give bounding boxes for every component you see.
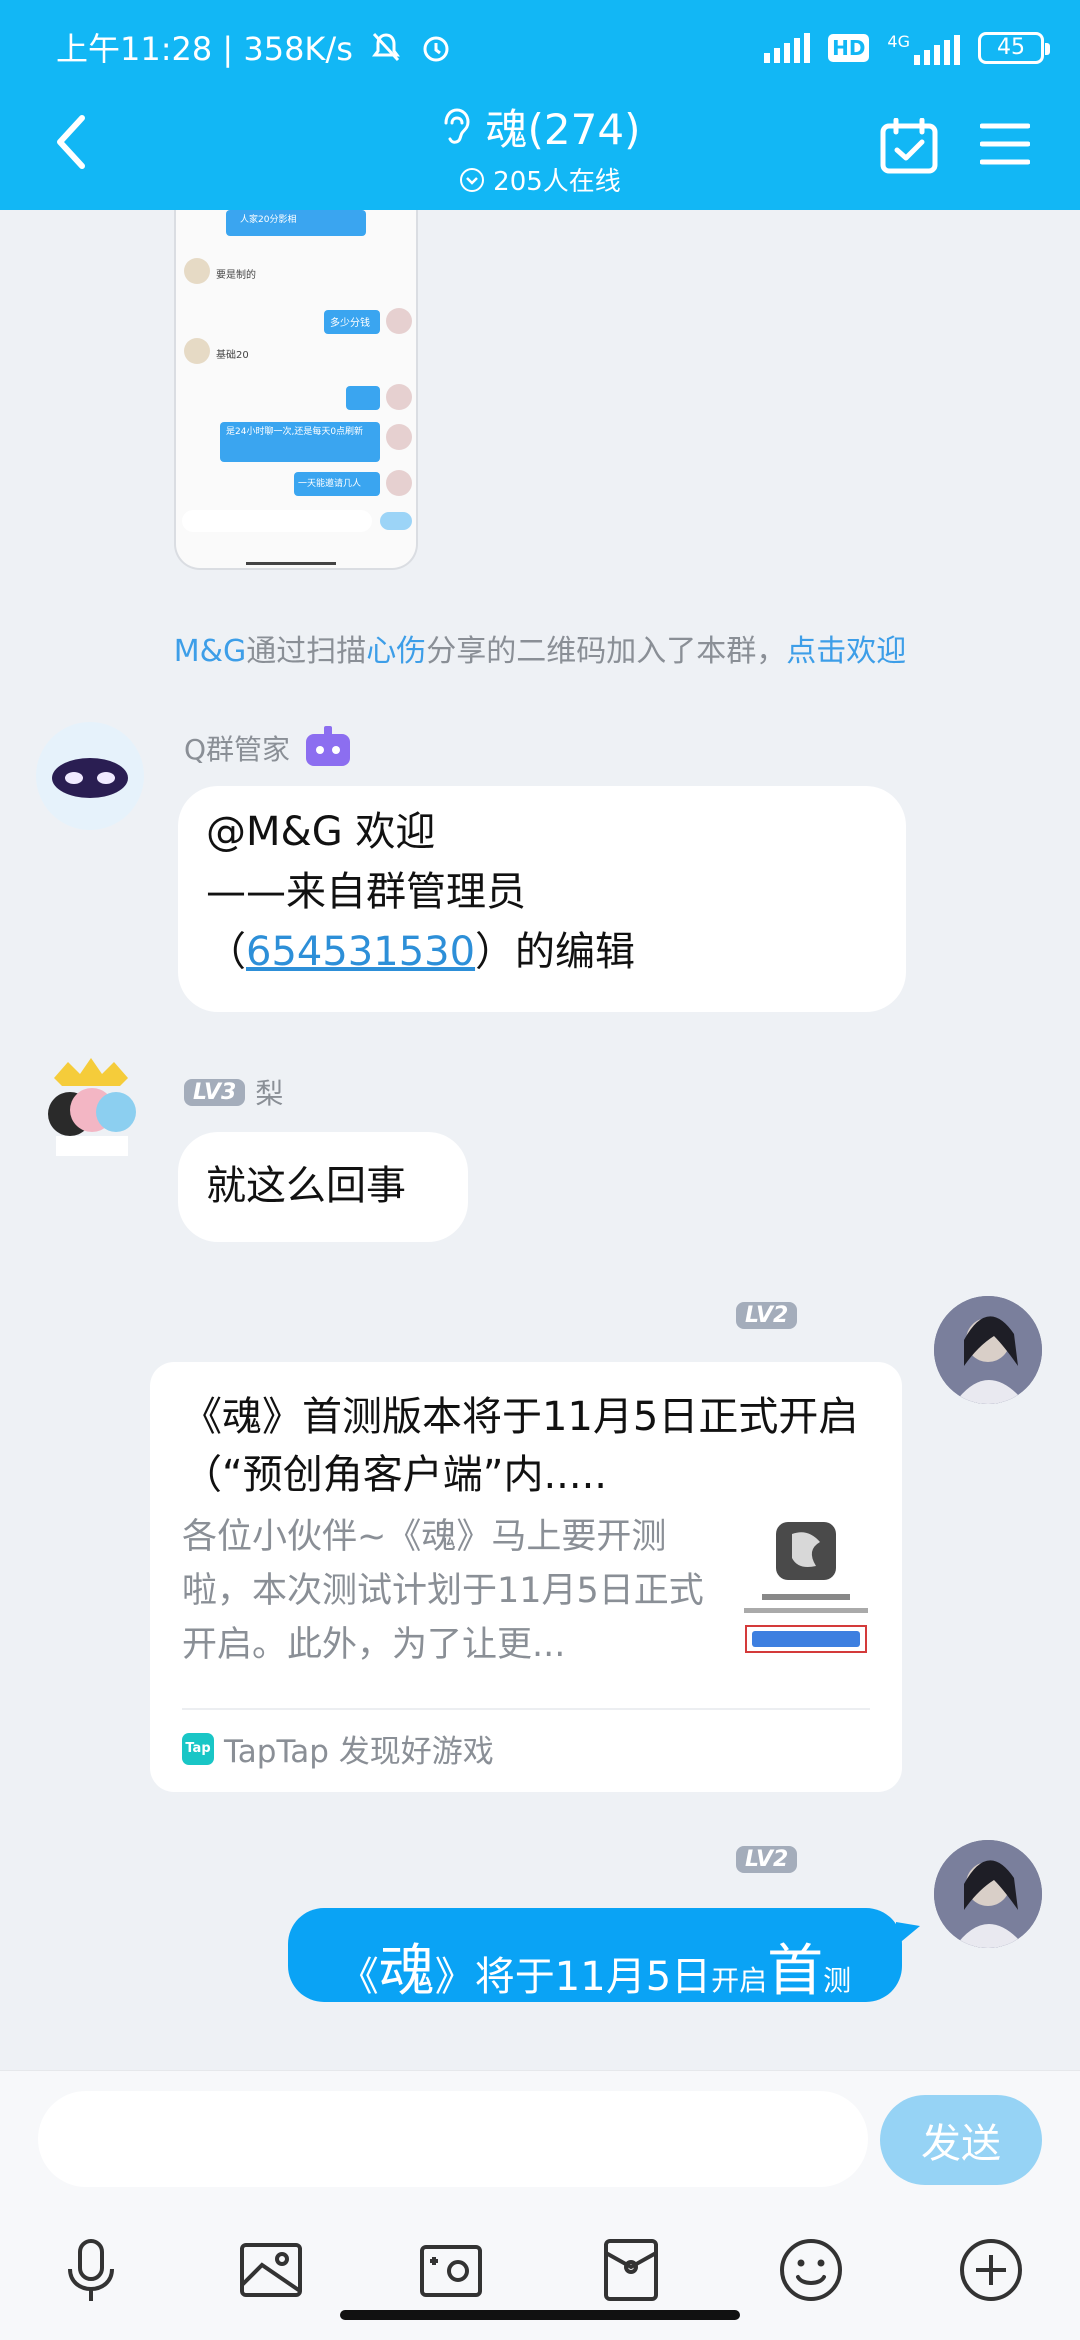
- level-badge: LV3: [184, 1078, 246, 1106]
- bubble-part-0: 《: [338, 1954, 379, 2000]
- sender-name-bot: Q群管家: [184, 726, 356, 770]
- avatar-bot[interactable]: [36, 722, 144, 830]
- page-title: 魂(274): [485, 105, 641, 154]
- join-user-link[interactable]: M&G: [174, 634, 247, 669]
- mute-bell-icon: [372, 32, 401, 62]
- home-indicator[interactable]: [340, 2310, 740, 2320]
- signal-icon: [764, 33, 811, 63]
- message-bubble-li[interactable]: 就这么回事: [178, 1132, 468, 1242]
- thumb-text-b: 多少分钱: [330, 318, 370, 329]
- mic-icon[interactable]: [56, 2235, 126, 2305]
- bubble-part-2: 》: [434, 1954, 475, 2000]
- link-card[interactable]: 《魂》首测版本将于11月5日正式开启（“预创角客户端”内..... 各位小伙伴~…: [150, 1362, 902, 1792]
- thumb-text-c: 基础20: [216, 350, 249, 361]
- chevron-down-circle-icon: [460, 167, 485, 192]
- status-left: 上午11:28 | 358K/s: [56, 24, 453, 70]
- menu-icon[interactable]: [980, 122, 1030, 166]
- bot-line-1: @M&G 欢迎: [206, 809, 436, 855]
- send-button[interactable]: 发送: [880, 2095, 1042, 2185]
- avatar-user-li[interactable]: [34, 1050, 148, 1164]
- header: 上午11:28 | 358K/s HD 4G 45 魂(274) 205人在线: [0, 0, 1080, 210]
- signal-4g-icon: [914, 34, 960, 65]
- bot-line-3-prefix: （: [206, 929, 246, 975]
- plus-icon[interactable]: [956, 2235, 1026, 2305]
- sys-text-1: 通过扫描: [246, 634, 367, 669]
- ear-icon: [444, 107, 470, 144]
- bubble-part-1: 魂: [378, 1939, 435, 2004]
- thumb-text-a: 要是制的: [216, 270, 256, 281]
- thumb-text-e: 一天能邀请几人: [298, 479, 362, 489]
- sender-name-li: LV3 梨: [184, 1072, 283, 1112]
- message-text-li: 就这么回事: [206, 1163, 406, 1209]
- thumb-text-d: 是24小时聊一次,还是每天0点刷新: [226, 427, 364, 437]
- image-icon[interactable]: [236, 2235, 306, 2305]
- card-source: Tap TapTap 发现好游戏: [182, 1726, 494, 1771]
- bubble-part-4: 开启: [711, 1964, 768, 1997]
- card-thumbnail: [736, 1522, 876, 1672]
- robot-icon: [306, 726, 351, 766]
- input-area: 发送: [0, 2070, 1080, 2340]
- card-source-label: TapTap 发现好游戏: [224, 1734, 494, 1770]
- avatar-self-2[interactable]: [934, 1840, 1042, 1948]
- taptap-icon: Tap: [182, 1732, 214, 1765]
- chat-area[interactable]: 人家20分影相 要是制的 多少分钱 基础20 是24小时聊一次,还是每天0点刷新…: [0, 210, 1080, 2070]
- battery-icon: 45: [978, 32, 1050, 64]
- welcome-link[interactable]: 点击欢迎: [786, 634, 906, 669]
- message-input[interactable]: [38, 2091, 868, 2187]
- thumb-text-top: 人家20分影相: [240, 215, 297, 225]
- network-type: 4G: [887, 31, 910, 51]
- level-badge-self-2: LV2: [736, 1846, 798, 1873]
- bubble-part-6: 测: [823, 1964, 852, 1997]
- online-count: 205人在线: [459, 161, 621, 198]
- status-bar: 上午11:28 | 358K/s HD 4G 45: [0, 0, 1080, 95]
- online-count-text: 205人在线: [493, 167, 621, 197]
- calendar-check-icon[interactable]: [880, 118, 938, 174]
- system-join-message: M&G通过扫描心伤分享的二维码加入了本群，点击欢迎: [0, 626, 1080, 670]
- red-packet-icon[interactable]: [596, 2235, 666, 2305]
- admin-id-link[interactable]: 654531530: [246, 929, 475, 975]
- sharer-link[interactable]: 心伤: [366, 634, 426, 669]
- message-bubble-self[interactable]: 《魂》将于11月5日 开启首测: [288, 1908, 902, 2004]
- bubble-part-3: 将于11月5日: [474, 1954, 712, 2000]
- message-bubble-bot[interactable]: @M&G 欢迎 ——来自群管理员 （654531530）的编辑: [178, 786, 906, 1012]
- level-badge-self-1: LV2: [736, 1302, 798, 1329]
- bot-avatar-icon: [52, 758, 128, 798]
- bubble-part-5: 首: [767, 1939, 824, 2004]
- hd-badge: HD: [828, 34, 870, 62]
- sender-bot-label: Q群管家: [184, 733, 291, 766]
- sys-text-2: 分享的二维码加入了本群，: [426, 634, 787, 669]
- card-description: 各位小伙伴~《魂》马上要开测啦，本次测试计划于11月5日正式开启。此外，为了让更…: [182, 1517, 704, 1665]
- status-time-speed: 上午11:28 | 358K/s: [56, 30, 353, 68]
- shared-screenshot-image[interactable]: 人家20分影相 要是制的 多少分钱 基础20 是24小时聊一次,还是每天0点刷新…: [174, 210, 418, 570]
- bot-line-3-suffix: ）的编辑: [475, 929, 636, 975]
- camera-icon[interactable]: [416, 2235, 486, 2305]
- card-divider: [182, 1708, 870, 1710]
- emoji-icon[interactable]: [776, 2235, 846, 2305]
- input-toolbar: [0, 2235, 1080, 2315]
- bot-line-2: ——来自群管理员: [206, 869, 526, 915]
- card-title: 《魂》首测版本将于11月5日正式开启（“预创角客户端”内.....: [182, 1394, 859, 1498]
- status-right: HD 4G 45: [764, 28, 1050, 68]
- alarm-icon: [423, 36, 449, 62]
- sender-li-label: 梨: [255, 1077, 284, 1110]
- avatar-self[interactable]: [934, 1296, 1042, 1404]
